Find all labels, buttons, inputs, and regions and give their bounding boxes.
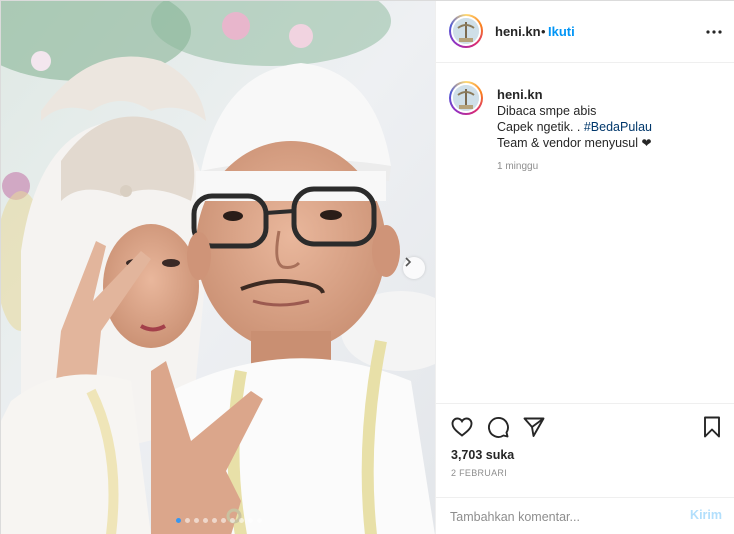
carousel-dot xyxy=(257,518,262,523)
paper-plane-icon xyxy=(523,417,545,437)
header-separator: • xyxy=(541,24,546,39)
comment-button[interactable] xyxy=(486,415,510,439)
caption-line-2: Capek ngetik. . #BedaPulau xyxy=(497,119,652,135)
caption-text: Dibaca smpe abis Capek ngetik. . #BedaPu… xyxy=(497,103,652,151)
share-button[interactable] xyxy=(522,415,546,439)
post-photo[interactable] xyxy=(1,1,435,534)
post-header: heni.kn • Ikuti xyxy=(436,1,734,63)
post-sidebar: heni.kn • Ikuti heni.kn Dibaca smpe abis… xyxy=(435,1,734,534)
carousel-dot xyxy=(194,518,199,523)
heart-outline-icon xyxy=(451,417,473,437)
carousel-indicator xyxy=(176,518,262,523)
caption-username[interactable]: heni.kn xyxy=(497,87,543,102)
carousel-dot xyxy=(239,518,244,523)
caption-line-3-text: Team & vendor menyusul xyxy=(497,136,642,150)
post-caption: heni.kn Dibaca smpe abis Capek ngetik. .… xyxy=(436,63,734,403)
carousel-dot xyxy=(230,518,235,523)
caption-line-1: Dibaca smpe abis xyxy=(497,104,597,118)
header-username[interactable]: heni.kn xyxy=(495,24,541,39)
carousel-dot xyxy=(203,518,208,523)
profile-picture xyxy=(453,85,479,111)
post-actions: 3,703 suka 2 FEBRUARI xyxy=(436,403,734,497)
more-horizontal-icon xyxy=(706,30,722,34)
avatar[interactable] xyxy=(449,14,483,48)
like-button[interactable] xyxy=(450,415,474,439)
hashtag-link[interactable]: #BedaPulau xyxy=(584,120,652,134)
follow-button[interactable]: Ikuti xyxy=(548,24,575,39)
post-date[interactable]: 2 FEBRUARI xyxy=(451,468,507,478)
post-comment-button[interactable]: Kirim xyxy=(690,508,722,522)
carousel-dot xyxy=(221,518,226,523)
comment-icon xyxy=(488,417,509,438)
caption-timestamp[interactable]: 1 minggu xyxy=(497,161,538,172)
likes-count[interactable]: 3,703 suka xyxy=(451,448,514,462)
save-button[interactable] xyxy=(700,415,724,439)
caption-line-3: Team & vendor menyusul ❤ xyxy=(497,135,652,151)
carousel-dot xyxy=(248,518,253,523)
caption-avatar[interactable] xyxy=(449,81,483,115)
comment-input[interactable] xyxy=(450,507,670,527)
caption-line-2-text: Capek ngetik. . xyxy=(497,120,584,134)
black-heart-emoji: ❤ xyxy=(641,136,652,150)
profile-picture xyxy=(453,18,479,44)
carousel-dot xyxy=(176,518,181,523)
chevron-right-icon xyxy=(405,257,412,267)
bookmark-icon xyxy=(704,416,720,438)
next-slide-button[interactable] xyxy=(403,257,425,279)
carousel-dot xyxy=(185,518,190,523)
instagram-post: heni.kn • Ikuti heni.kn Dibaca smpe abis… xyxy=(0,0,734,534)
comment-form: Kirim xyxy=(436,497,734,534)
photo-illustration xyxy=(1,1,435,534)
carousel-dot xyxy=(212,518,217,523)
more-options-button[interactable] xyxy=(706,24,722,40)
